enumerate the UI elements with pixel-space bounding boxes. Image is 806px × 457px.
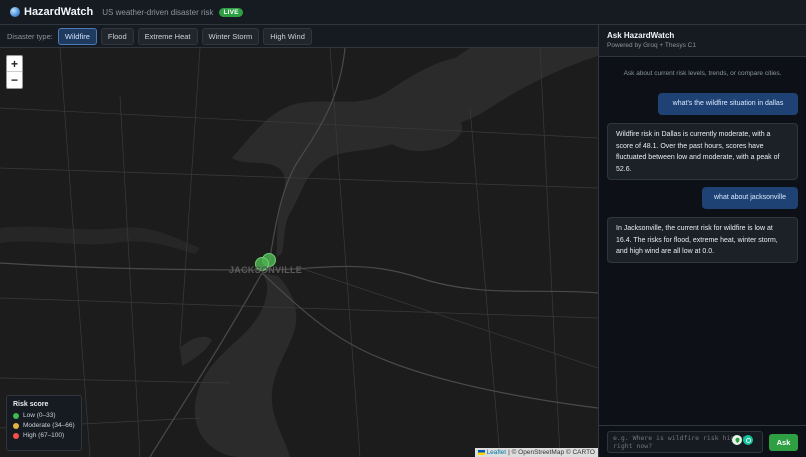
assistant-message: Wildfire risk in Dallas is currently mod… [607, 123, 798, 180]
chat-header: Ask HazardWatch Powered by Groq + Thesys… [599, 25, 806, 57]
user-message: what about jacksonville [702, 187, 798, 209]
app-subtitle: US weather-driven disaster risk [102, 7, 214, 17]
city-label: JACKSONVILLE [229, 265, 303, 275]
legend-title: Risk score [13, 401, 49, 408]
live-badge: LIVE [219, 7, 243, 17]
legend-item-moderate: Moderate (34–66) [13, 422, 75, 429]
ukraine-flag-icon [477, 450, 485, 455]
filter-chip-wildfire[interactable]: Wildfire [57, 27, 97, 45]
zoom-control: + − [6, 55, 23, 89]
chat-panel: Ask HazardWatch Powered by Groq + Thesys… [598, 25, 806, 457]
grammar-check-icon[interactable] [743, 435, 753, 445]
globe-icon [10, 7, 20, 17]
attribution-text: | © OpenStreetMap © CARTO [508, 449, 595, 456]
filter-label: Disaster type: [7, 31, 53, 41]
assistant-message: In Jacksonville, the current risk for wi… [607, 217, 798, 263]
leaflet-link[interactable]: Leaflet [487, 449, 507, 456]
disaster-type-filter: Disaster type: Wildfire Flood Extreme He… [0, 25, 598, 48]
filter-chip-extreme-heat[interactable]: Extreme Heat [137, 27, 198, 45]
legend-label: Moderate (34–66) [23, 422, 75, 429]
chat-subtitle: Powered by Groq + Thesys C1 [607, 42, 696, 49]
filter-chip-flood[interactable]: Flood [100, 27, 134, 45]
input-extension-icons [731, 435, 753, 445]
filter-chip-winter-storm[interactable]: Winter Storm [201, 27, 260, 45]
legend-item-low: Low (0–33) [13, 412, 75, 419]
risk-legend: Risk score Low (0–33) Moderate (34–66) H… [6, 395, 82, 451]
legend-label: High (67–100) [23, 432, 65, 439]
chat-title: Ask HazardWatch [607, 31, 675, 40]
low-dot-icon [13, 412, 19, 419]
legend-item-high: High (67–100) [13, 432, 75, 439]
app-header: HazardWatch US weather-driven disaster r… [0, 0, 806, 25]
zoom-out-button[interactable]: − [7, 72, 22, 88]
high-dot-icon [13, 432, 19, 439]
user-message: what's the wildfire situation in dallas [658, 93, 798, 115]
map-view[interactable]: + − JACKSONVILLE Risk score Low (0–33) M… [0, 48, 598, 457]
location-pin-icon[interactable] [732, 435, 742, 445]
chat-input-area: Ask [599, 425, 806, 457]
filter-chip-high-wind[interactable]: High Wind [263, 27, 312, 45]
map-attribution: Leaflet | © OpenStreetMap © CARTO [474, 448, 598, 457]
chat-hint: Ask about current risk levels, trends, o… [623, 70, 782, 77]
zoom-in-button[interactable]: + [7, 56, 22, 72]
ask-button[interactable]: Ask [769, 434, 798, 451]
moderate-dot-icon [13, 422, 19, 429]
map-tiles [0, 48, 598, 457]
app-title: HazardWatch [24, 6, 94, 18]
legend-label: Low (0–33) [23, 412, 56, 419]
